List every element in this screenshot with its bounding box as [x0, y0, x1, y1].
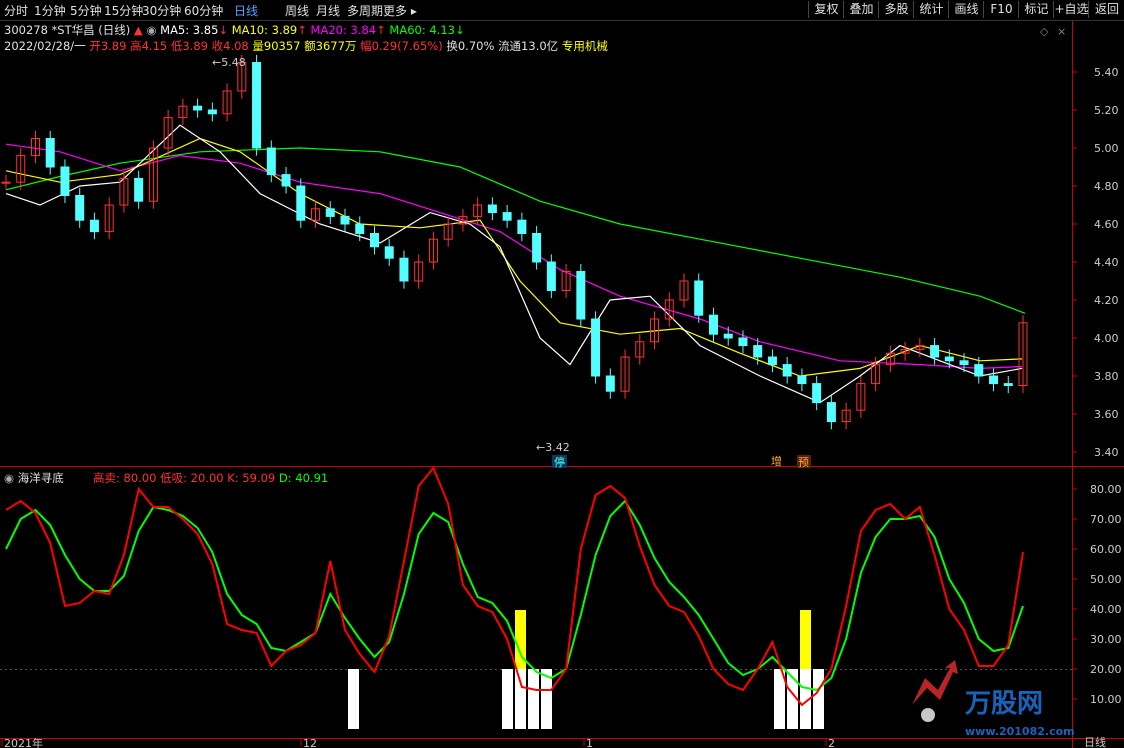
- candle: [325, 208, 335, 217]
- buy-signal-bar: [502, 669, 513, 729]
- candle: [45, 138, 55, 168]
- candle: [591, 318, 601, 377]
- candle: [782, 364, 792, 377]
- candle: [207, 109, 217, 115]
- svg-text:万股网: 万股网: [965, 689, 1043, 719]
- candle: [340, 215, 350, 225]
- price-tick-label: 4.60: [1094, 218, 1119, 231]
- candle: [767, 356, 777, 366]
- candle: [89, 219, 99, 233]
- candle: [753, 345, 763, 358]
- candle: [974, 364, 984, 377]
- forecast-marker[interactable]: 预: [798, 456, 809, 469]
- candle: [252, 62, 262, 149]
- ma20-line: [5, 143, 1023, 370]
- buy-signal-bar: [515, 669, 526, 729]
- price-tick-label: 5.40: [1094, 66, 1119, 79]
- candle: [826, 402, 836, 423]
- price-tick-label: 4.40: [1094, 256, 1119, 269]
- candle: [532, 233, 542, 263]
- price-tick-label: 3.60: [1094, 408, 1119, 421]
- candle: [502, 212, 512, 221]
- candle: [546, 261, 556, 291]
- period-indicator: 日线: [1084, 735, 1106, 748]
- price-tick-label: 4.20: [1094, 294, 1119, 307]
- indicator-tick-label: 60.00: [1090, 543, 1122, 556]
- candle: [576, 271, 586, 320]
- x-axis-label: 1: [586, 737, 593, 748]
- candle: [355, 223, 365, 234]
- price-tick-label: 4.80: [1094, 180, 1119, 193]
- ma60-line: [5, 147, 1026, 314]
- candle: [738, 337, 748, 347]
- candle: [723, 333, 733, 339]
- buy-signal-bar: [813, 669, 824, 729]
- indicator-tick-label: 10.00: [1090, 693, 1122, 706]
- increase-marker[interactable]: 增: [771, 454, 782, 468]
- candle: [797, 375, 807, 385]
- candle: [281, 174, 291, 187]
- price-tick-label: 4.00: [1094, 332, 1119, 345]
- price-tick-label: 3.40: [1094, 446, 1119, 459]
- price-tick-label: 3.80: [1094, 370, 1119, 383]
- watermark: 万股网 www.201082.com: [912, 660, 1075, 738]
- candle: [369, 233, 379, 248]
- candle: [694, 280, 704, 316]
- candle: [60, 166, 70, 196]
- candlestick-series: [1, 54, 1028, 430]
- buy-signal-bar: [348, 669, 359, 729]
- candle: [1003, 383, 1013, 387]
- candle: [517, 219, 527, 234]
- price-y-axis: 5.40 5.20 5.00 4.80 4.60 4.40 4.20 4.00 3.80 3.60…: [1072, 66, 1119, 459]
- candle: [944, 356, 954, 362]
- candle: [384, 246, 394, 259]
- ma5-line: [5, 124, 1023, 404]
- candle: [930, 345, 940, 358]
- x-axis-label: 2: [828, 737, 835, 748]
- candle: [296, 185, 306, 221]
- price-tick-label: 5.20: [1094, 104, 1119, 117]
- candle: [75, 195, 85, 221]
- x-axis-label: 2021年: [4, 736, 43, 748]
- candle: [959, 360, 969, 366]
- warning-signal-bar: [800, 610, 811, 669]
- close-icon[interactable]: ×: [1057, 25, 1066, 38]
- candle: [708, 314, 718, 335]
- price-tick-label: 5.00: [1094, 142, 1119, 155]
- indicator-tick-label: 70.00: [1090, 513, 1122, 526]
- indicator-tick-label: 50.00: [1090, 573, 1122, 586]
- high-price-label: ←5.48: [212, 56, 246, 69]
- indicator-tick-label: 20.00: [1090, 663, 1122, 676]
- candle: [605, 375, 615, 392]
- indicator-tick-label: 80.00: [1090, 483, 1122, 496]
- indicator-y-axis: 80.00 70.00 60.00 50.00 40.00 30.00 20.00 10.00: [1072, 483, 1122, 706]
- indicator-tick-label: 30.00: [1090, 633, 1122, 646]
- buy-signal-bar: [528, 669, 539, 729]
- indicator-tick-label: 40.00: [1090, 603, 1122, 616]
- svg-text:www.201082.com: www.201082.com: [965, 725, 1075, 738]
- candle: [134, 177, 144, 202]
- candle: [487, 204, 497, 214]
- candle: [266, 147, 276, 176]
- diamond-icon[interactable]: ◇: [1040, 25, 1049, 38]
- candle: [193, 105, 203, 111]
- candle: [399, 257, 409, 282]
- candle: [1, 181, 11, 184]
- ma10-line: [5, 137, 1023, 377]
- candle: [989, 375, 999, 385]
- stock-chart[interactable]: 5.40 5.20 5.00 4.80 4.60 4.40 4.20 4.00 3.80 3.60…: [0, 0, 1124, 748]
- x-axis-labels: 2021年 12 1 2: [1, 736, 835, 748]
- x-axis-label: 12: [303, 737, 317, 748]
- suspend-marker-label: 停: [554, 455, 565, 469]
- candle: [812, 383, 822, 404]
- low-price-label: ←3.42: [536, 441, 570, 454]
